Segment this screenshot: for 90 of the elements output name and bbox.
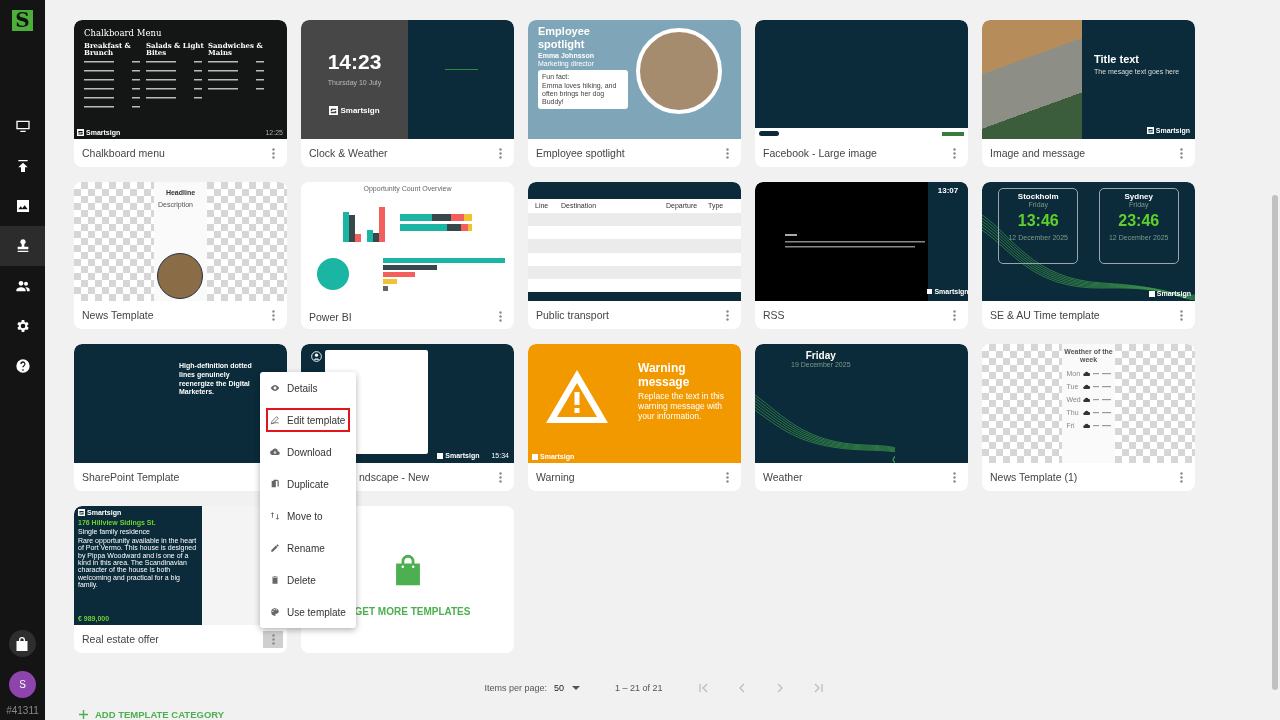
template-name: SharePoint Template [82,471,180,483]
template-name: News Template [82,309,154,321]
logo-icon [1146,127,1154,134]
template-name: RSS [763,309,785,321]
preview-title: Warning message [638,362,691,390]
kebab-icon [271,309,275,321]
kebab-icon [952,309,956,321]
template-name: Real estate offer [82,633,159,645]
kebab-icon [1179,147,1183,159]
preview-time: 13:46 [1017,212,1059,230]
template-name: Warning [536,471,575,483]
image-icon [14,198,31,214]
template-name: Facebook - Large image [763,147,877,159]
preview-title: Employee spotlight [538,25,591,51]
template-name: ndscape - New [358,471,430,483]
city-name: Stockholm [1017,192,1059,201]
pencil-icon [270,415,280,425]
store-button[interactable] [9,630,36,657]
shopping-bag-icon [16,636,29,651]
preview-text: Replace the text in this warning message with your information. [638,390,725,422]
people-icon [14,278,31,294]
scrollbar-thumb[interactable] [1272,195,1278,690]
caret-icon [572,686,580,690]
kebab-icon [498,147,502,159]
logo-icon [1148,290,1155,297]
preview-time: 13:07 [937,186,959,195]
reading-lines-drawing [1092,424,1111,427]
template-name: Clock & Weather [309,147,388,159]
template-name: Power BI [309,310,352,323]
template-name: Public transport [536,309,609,321]
kebab-icon [271,147,275,159]
eye-icon [270,383,280,393]
brand-name: Smartsign [340,106,380,115]
reading-lines-drawing [1092,372,1111,375]
divider-line [444,69,478,70]
logo-icon [77,129,84,136]
cloud-download-icon [270,447,280,457]
items-per-page-label: Items per page: [484,683,547,693]
help-icon [14,358,31,374]
logo-icon [942,131,964,136]
toggle-icon [759,131,779,136]
account-number: #41311 [6,705,39,716]
page-range: 1 – 21 of 21 [615,683,663,693]
logo-icon [329,106,339,115]
kebab-icon [725,147,729,159]
first-page-icon [697,682,710,694]
logo[interactable]: S [12,10,33,31]
reading-lines-drawing [1092,411,1111,414]
template-name: News Template (1) [990,471,1078,483]
reading-lines-drawing [1092,398,1111,401]
template-name: Weather [763,471,803,483]
kebab-icon [952,147,956,159]
kebab-icon [498,471,502,483]
photo-placeholder [157,253,203,299]
kebab-icon [725,309,729,321]
kebab-icon [1179,471,1183,483]
user-icon [311,351,322,362]
arrows-icon [270,511,280,521]
shopping-bag-icon [394,554,421,586]
template-name: Chalkboard menu [82,147,165,159]
kebab-icon [1179,309,1183,321]
template-name: SE & AU Time template [990,309,1100,321]
kebab-icon [271,633,275,645]
template-name: Employee spotlight [536,147,625,159]
kebab-icon [725,471,729,483]
preview-day: Friday [805,350,836,361]
nav-item-selected[interactable] [0,226,45,266]
plus-icon [79,710,88,719]
pencil-icon [270,543,280,553]
kebab-icon [498,311,502,322]
palette-icon [270,607,280,617]
copy-icon [270,479,280,489]
preview-title: Chalkboard Menu [84,28,163,38]
template-card[interactable]: Facebook - Large image [755,20,968,167]
items-per-page-select[interactable]: 50 [554,683,580,693]
logo-icon [78,509,85,516]
preview-time: 23:46 [1118,212,1160,230]
preview-time: 14:23 [327,50,382,74]
preview-title: Title text [1094,53,1141,65]
kebab-icon [952,471,956,483]
city-name: Sydney [1124,192,1153,201]
trash-icon [270,575,280,585]
logo-icon [437,452,444,459]
user-avatar[interactable]: S [9,671,36,698]
logo-icon [927,289,933,294]
reading-lines-drawing [1092,385,1111,388]
more-options-button[interactable] [263,630,283,648]
template-name: Image and message [990,147,1086,159]
logo-icon [532,453,538,460]
monitor-icon [14,118,31,134]
